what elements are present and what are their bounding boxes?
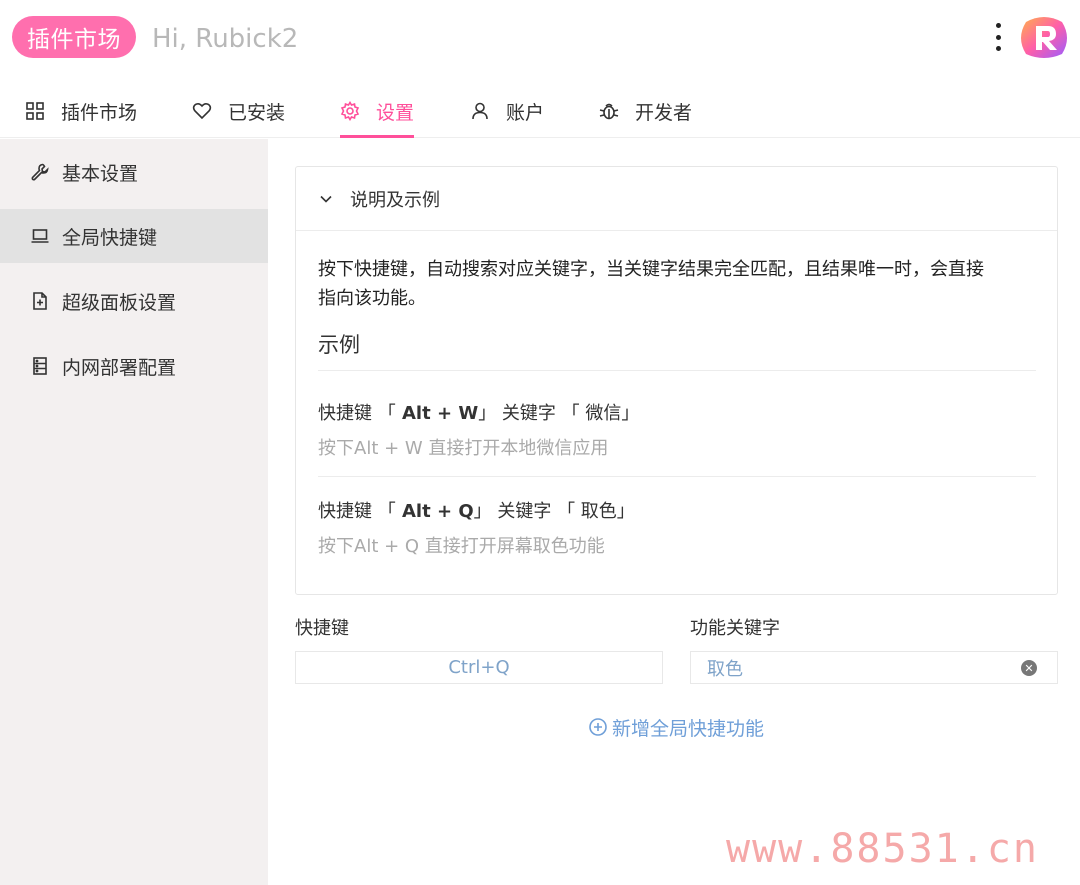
- tab-installed[interactable]: 已安装: [192, 84, 285, 138]
- avatar-logo-icon[interactable]: [1018, 14, 1070, 60]
- divider: [318, 476, 1036, 477]
- chevron-down-icon: [320, 195, 332, 203]
- more-menu-icon[interactable]: [988, 20, 1008, 54]
- bug-icon: [599, 103, 619, 120]
- example-text: 」: [616, 501, 635, 522]
- laptop-icon: [31, 229, 49, 243]
- example-description: 按下Alt + Q 直接打开屏幕取色功能: [318, 536, 605, 557]
- panel-description: 按下快捷键，自动搜索对应关键字，当关键字结果完全匹配，且结果唯一时，会直接 指向…: [318, 255, 1038, 313]
- tab-label: 已安装: [228, 101, 286, 124]
- example-line: 快捷键 「 Alt + Q」 关键字 「 取色」: [318, 497, 635, 523]
- panel-header[interactable]: 说明及示例: [296, 167, 1057, 231]
- example-text: 快捷键 「: [318, 403, 396, 424]
- keyword-input[interactable]: 取色 ✕: [690, 651, 1058, 684]
- shortcut-input[interactable]: Ctrl+Q: [295, 651, 663, 684]
- example-keyword: 取色: [580, 501, 617, 522]
- description-line: 按下快捷键，自动搜索对应关键字，当关键字结果完全匹配，且结果唯一时，会直接: [318, 259, 984, 280]
- clear-icon[interactable]: ✕: [1021, 660, 1037, 676]
- watermark-text: www.88531.cn: [726, 826, 1039, 872]
- keyword-label: 功能关键字: [690, 618, 780, 639]
- grid-icon: [26, 102, 44, 120]
- user-icon: [472, 102, 488, 120]
- example-keyword: 微信: [585, 403, 622, 424]
- greeting-text: Hi, Rubick2: [152, 24, 299, 54]
- sidebar-item-label: 基本设置: [62, 162, 139, 185]
- sidebar-item-label: 内网部署配置: [62, 356, 177, 379]
- brand-pill[interactable]: 插件市场: [12, 16, 136, 58]
- heart-icon: [192, 102, 212, 120]
- shortcut-value: Ctrl+Q: [448, 657, 510, 678]
- example-line: 快捷键 「 Alt + W」 关键字 「 微信」: [318, 399, 639, 425]
- sidebar-item-label: 超级面板设置: [62, 291, 177, 314]
- wrench-icon: [31, 163, 49, 181]
- example-text: 快捷键 「: [318, 501, 396, 522]
- top-nav: 插件市场 已安装 设置 账户 开发者: [0, 84, 1080, 138]
- tab-label: 插件市场: [61, 101, 138, 124]
- plus-circle-icon: [589, 718, 607, 736]
- keyword-value: 取色: [707, 658, 743, 680]
- example-shortcut: Alt + Q: [395, 501, 474, 522]
- app-header: 插件市场 Hi, Rubick2: [0, 0, 1080, 78]
- panel-title: 说明及示例: [350, 189, 440, 211]
- example-text: 」 关键字 「: [473, 501, 581, 522]
- tab-label: 账户: [506, 101, 545, 124]
- add-shortcut-button[interactable]: 新增全局快捷功能: [588, 712, 764, 742]
- settings-sidebar: 基本设置 全局快捷键 超级面板设置 内网部署配置: [0, 139, 268, 885]
- description-line: 指向该功能。: [318, 288, 426, 309]
- gear-icon: [340, 101, 360, 121]
- example-title: 示例: [318, 333, 360, 357]
- example-shortcut: Alt + W: [395, 403, 479, 424]
- divider: [318, 370, 1036, 371]
- example-description: 按下Alt + W 直接打开本地微信应用: [318, 438, 609, 459]
- tab-account[interactable]: 账户: [470, 84, 544, 138]
- tab-label: 设置: [376, 101, 415, 124]
- tab-settings[interactable]: 设置: [340, 84, 415, 138]
- shortcut-label: 快捷键: [295, 618, 349, 639]
- example-text: 」 关键字 「: [478, 403, 586, 424]
- database-icon: [33, 357, 47, 375]
- tab-label: 开发者: [635, 101, 693, 124]
- sidebar-item-intranet-deploy[interactable]: 内网部署配置: [0, 339, 268, 393]
- tab-developer[interactable]: 开发者: [599, 84, 692, 138]
- sidebar-item-label: 全局快捷键: [62, 226, 158, 249]
- example-text: 」: [621, 403, 640, 424]
- sidebar-item-global-shortcuts[interactable]: 全局快捷键: [0, 209, 268, 263]
- sidebar-item-basic-settings[interactable]: 基本设置: [0, 145, 268, 199]
- add-shortcut-label: 新增全局快捷功能: [612, 717, 765, 740]
- file-add-icon: [33, 292, 47, 310]
- instructions-panel: 说明及示例 按下快捷键，自动搜索对应关键字，当关键字结果完全匹配，且结果唯一时，…: [295, 166, 1058, 595]
- sidebar-item-super-panel[interactable]: 超级面板设置: [0, 274, 268, 328]
- tab-plugin-market[interactable]: 插件市场: [25, 84, 137, 138]
